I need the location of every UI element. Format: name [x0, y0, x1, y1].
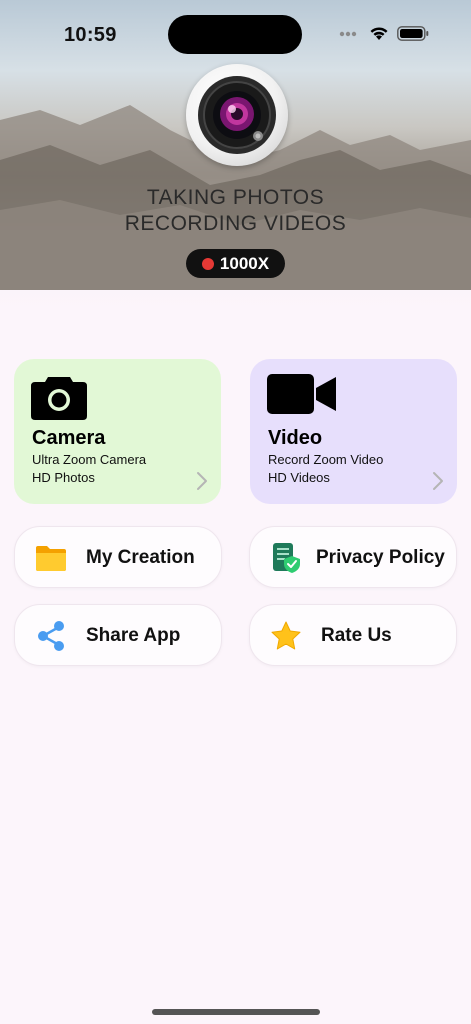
video-card-detail: HD Videos	[268, 470, 330, 485]
share-icon	[38, 621, 64, 651]
status-icons	[339, 26, 429, 41]
chevron-right-icon	[433, 472, 443, 490]
my-creation-label: My Creation	[86, 547, 195, 568]
camera-card-title: Camera	[32, 427, 106, 449]
home-indicator[interactable]	[152, 1009, 320, 1015]
video-camera-icon	[267, 374, 336, 414]
camera-card-subtitle: Ultra Zoom Camera	[32, 452, 147, 467]
share-app-label: Share App	[86, 625, 181, 646]
tagline-line1: TAKING PHOTOS	[146, 186, 325, 209]
status-bar: 10:59	[0, 0, 471, 60]
camera-card[interactable]: Camera Ultra Zoom Camera HD Photos	[14, 359, 221, 504]
wifi-icon	[370, 27, 388, 40]
battery-icon	[397, 26, 429, 41]
status-time: 10:59	[64, 24, 117, 46]
record-dot-icon	[201, 257, 214, 270]
my-creation-button[interactable]: My Creation	[14, 526, 222, 588]
rate-us-label: Rate Us	[321, 625, 392, 646]
camera-icon	[31, 377, 87, 420]
privacy-policy-button[interactable]: Privacy Policy	[249, 526, 457, 588]
cellular-icon	[339, 31, 361, 36]
video-card-subtitle: Record Zoom Video	[268, 452, 384, 467]
share-app-button[interactable]: Share App	[14, 604, 222, 666]
privacy-policy-label: Privacy Policy	[316, 547, 445, 568]
star-icon	[271, 621, 301, 650]
chevron-right-icon	[197, 472, 207, 490]
app-logo	[186, 64, 288, 166]
zoom-badge-label: 1000X	[219, 253, 270, 273]
video-card-title: Video	[268, 427, 323, 449]
folder-icon	[36, 546, 66, 571]
video-card[interactable]: Video Record Zoom Video HD Videos	[250, 359, 457, 504]
shield-document-icon	[273, 543, 300, 573]
camera-lens-icon	[198, 76, 276, 154]
rate-us-button[interactable]: Rate Us	[249, 604, 457, 666]
tagline-line2: RECORDING VIDEOS	[124, 212, 347, 235]
dynamic-island	[168, 15, 302, 54]
camera-card-detail: HD Photos	[32, 470, 95, 485]
zoom-badge: 1000X	[186, 249, 285, 278]
